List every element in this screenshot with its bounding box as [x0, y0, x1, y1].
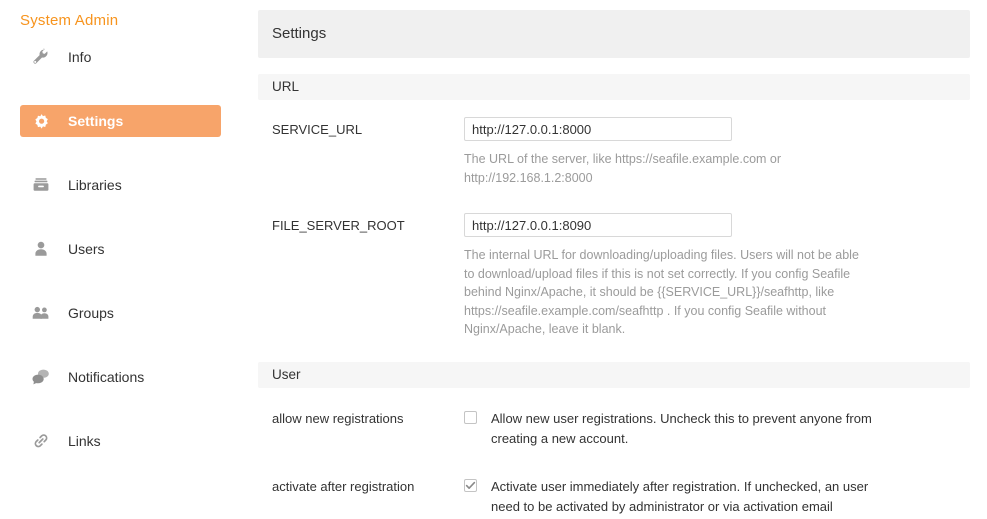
allow-new-registrations-description: Allow new user registrations. Uncheck th… — [491, 409, 874, 449]
gear-icon — [28, 105, 54, 137]
sidebar-item-users[interactable]: Users — [20, 233, 221, 265]
sidebar-item-label: Links — [68, 425, 101, 457]
sidebar-item-notifications[interactable]: Notifications — [20, 361, 221, 393]
sidebar-item-label: Users — [68, 233, 105, 265]
label-allow-new-registrations: allow new registrations — [272, 411, 404, 426]
allow-new-registrations-checkbox[interactable] — [464, 411, 477, 424]
users-group-icon — [28, 297, 54, 329]
sidebar-item-label: Notifications — [68, 361, 144, 393]
page-title: Settings — [272, 10, 326, 58]
sidebar-item-settings[interactable]: Settings — [20, 105, 221, 137]
field-service-url[interactable] — [464, 117, 732, 141]
sidebar-item-label: Libraries — [68, 169, 122, 201]
chat-bubble-icon — [28, 361, 54, 393]
checkmark-icon — [465, 480, 476, 491]
sidebar: System Admin Info Settings — [0, 0, 250, 519]
section-header-user: User — [258, 362, 970, 388]
page-title-bar: Settings — [258, 10, 970, 58]
field-file-server-root[interactable] — [464, 213, 732, 237]
service-url-input[interactable] — [464, 117, 732, 141]
wrench-icon — [28, 41, 54, 73]
section-header-url: URL — [258, 74, 970, 100]
section-title: URL — [272, 74, 299, 100]
sidebar-nav: Info Settings Libraries — [0, 41, 250, 265]
sidebar-title: System Admin — [20, 12, 118, 29]
main-content: Settings URL SERVICE_URL The URL of the … — [258, 0, 970, 519]
sidebar-item-label: Settings — [68, 105, 123, 137]
sidebar-item-label: Info — [68, 41, 91, 73]
sidebar-item-info[interactable]: Info — [20, 41, 221, 73]
row-activate-after-registration[interactable]: Activate user immediately after registra… — [464, 477, 874, 517]
label-activate-after-registration: activate after registration — [272, 479, 414, 494]
label-file-server-root: FILE_SERVER_ROOT — [272, 218, 405, 233]
link-chain-icon — [28, 425, 54, 457]
sidebar-item-links[interactable]: Links — [20, 425, 221, 457]
activate-after-registration-checkbox[interactable] — [464, 479, 477, 492]
help-file-server-root: The internal URL for downloading/uploadi… — [464, 246, 864, 339]
file-box-icon — [28, 169, 54, 201]
section-title: User — [272, 362, 301, 388]
help-service-url: The URL of the server, like https://seaf… — [464, 150, 864, 187]
user-icon — [28, 233, 54, 265]
row-allow-new-registrations[interactable]: Allow new user registrations. Uncheck th… — [464, 409, 874, 449]
sidebar-item-label: Groups — [68, 297, 114, 329]
sidebar-item-libraries[interactable]: Libraries — [20, 169, 221, 201]
sidebar-item-groups[interactable]: Groups — [20, 297, 221, 329]
label-service-url: SERVICE_URL — [272, 122, 362, 137]
file-server-root-input[interactable] — [464, 213, 732, 237]
activate-after-registration-description: Activate user immediately after registra… — [491, 477, 874, 517]
